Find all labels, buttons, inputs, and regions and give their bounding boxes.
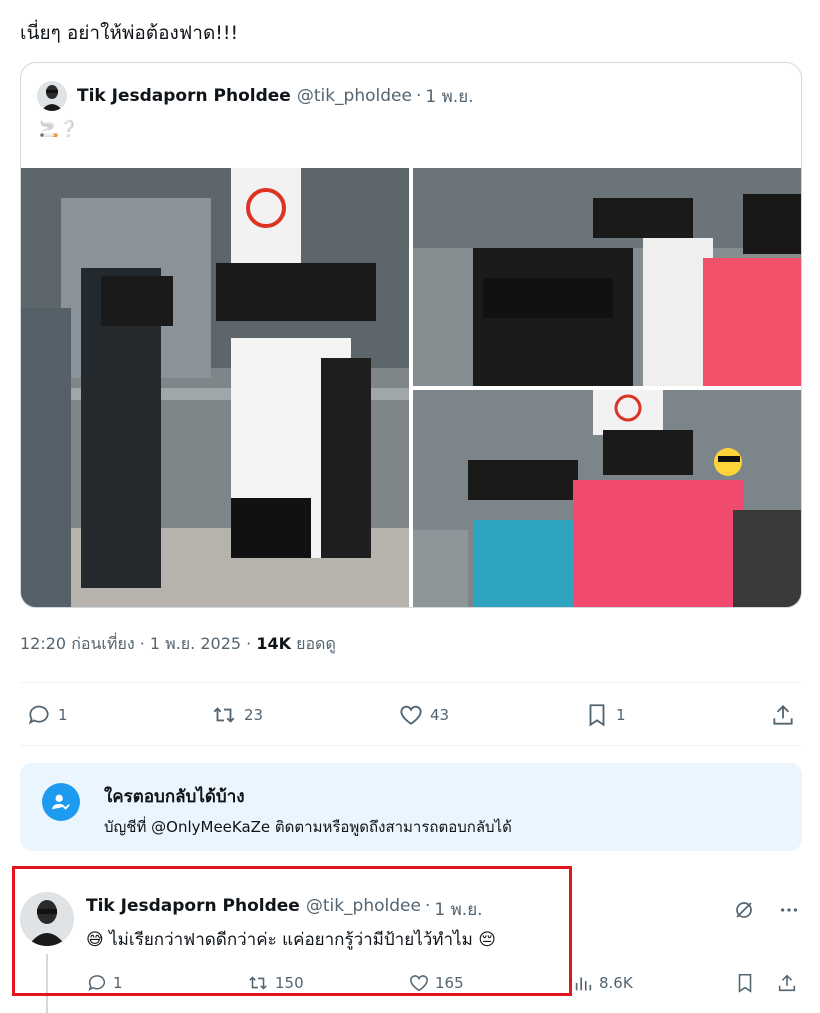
quote-author-handle[interactable]: @tik_pholdee (297, 86, 412, 106)
view-label: ยอดดู (290, 634, 336, 653)
like-count: 43 (430, 706, 450, 724)
avatar[interactable] (37, 81, 67, 111)
more-icon[interactable] (778, 899, 800, 921)
quote-text: 🚬❔ (39, 119, 79, 138)
user-check-icon (42, 783, 80, 821)
reply-permission-desc: บัญชีที่ @OnlyMeeKaZe ติดตามหรือพูดถึงสา… (104, 818, 512, 836)
tweet-timestamp[interactable]: 12:20 ก่อนเที่ยง · 1 พ.ย. 2025 · (20, 634, 256, 653)
tweet-meta: 12:20 ก่อนเที่ยง · 1 พ.ย. 2025 · 14K ยอด… (20, 632, 336, 657)
reply-count: 1 (58, 706, 68, 724)
bookmark-icon (589, 704, 605, 727)
share-icon (773, 705, 793, 725)
repost-icon (213, 707, 235, 723)
grok-icon[interactable] (732, 898, 756, 922)
share-icon (778, 974, 796, 992)
quote-header: Tik Jesdaporn Pholdee @tik_pholdee · 1 พ… (37, 81, 474, 111)
share-button[interactable] (776, 972, 803, 994)
photo-2[interactable] (413, 168, 801, 386)
bookmark-button[interactable] (734, 972, 761, 994)
like-button[interactable]: 43 (398, 702, 449, 728)
separator: · (415, 86, 422, 106)
bookmark-count: 1 (616, 706, 626, 724)
analytics-icon (575, 977, 592, 991)
reply-icon (28, 705, 49, 725)
reply-top-icons (732, 898, 800, 922)
photo-3[interactable] (413, 390, 801, 607)
divider (20, 682, 802, 683)
bookmark-button[interactable]: 1 (584, 702, 626, 728)
photo-1[interactable] (21, 168, 409, 607)
heart-icon (400, 705, 422, 725)
quoted-tweet[interactable]: Tik Jesdaporn Pholdee @tik_pholdee · 1 พ… (20, 62, 802, 608)
bookmark-icon (738, 973, 752, 993)
quote-author-name[interactable]: Tik Jesdaporn Pholdee (77, 86, 291, 106)
highlight-box (12, 866, 572, 996)
reply-permission-notice: ใครตอบกลับได้บ้าง บัญชีที่ @OnlyMeeKaZe … (20, 763, 802, 851)
photo-grid (21, 168, 801, 607)
tweet-text: เนี่ยๆ อย่าให้พ่อต้องฟาด!!! (20, 22, 239, 44)
repost-button[interactable]: 23 (210, 702, 263, 728)
view-count: 8.6K (599, 974, 633, 992)
share-button[interactable] (770, 702, 802, 728)
views-button[interactable]: 8.6K (572, 972, 633, 994)
action-bar: 1 23 43 1 (20, 700, 802, 730)
reply-permission-title: ใครตอบกลับได้บ้าง (104, 787, 245, 807)
reply-button[interactable]: 1 (26, 702, 68, 728)
quote-timestamp[interactable]: 1 พ.ย. (425, 83, 473, 110)
view-count: 14K (256, 634, 291, 653)
divider (20, 745, 802, 746)
repost-count: 23 (244, 706, 264, 724)
